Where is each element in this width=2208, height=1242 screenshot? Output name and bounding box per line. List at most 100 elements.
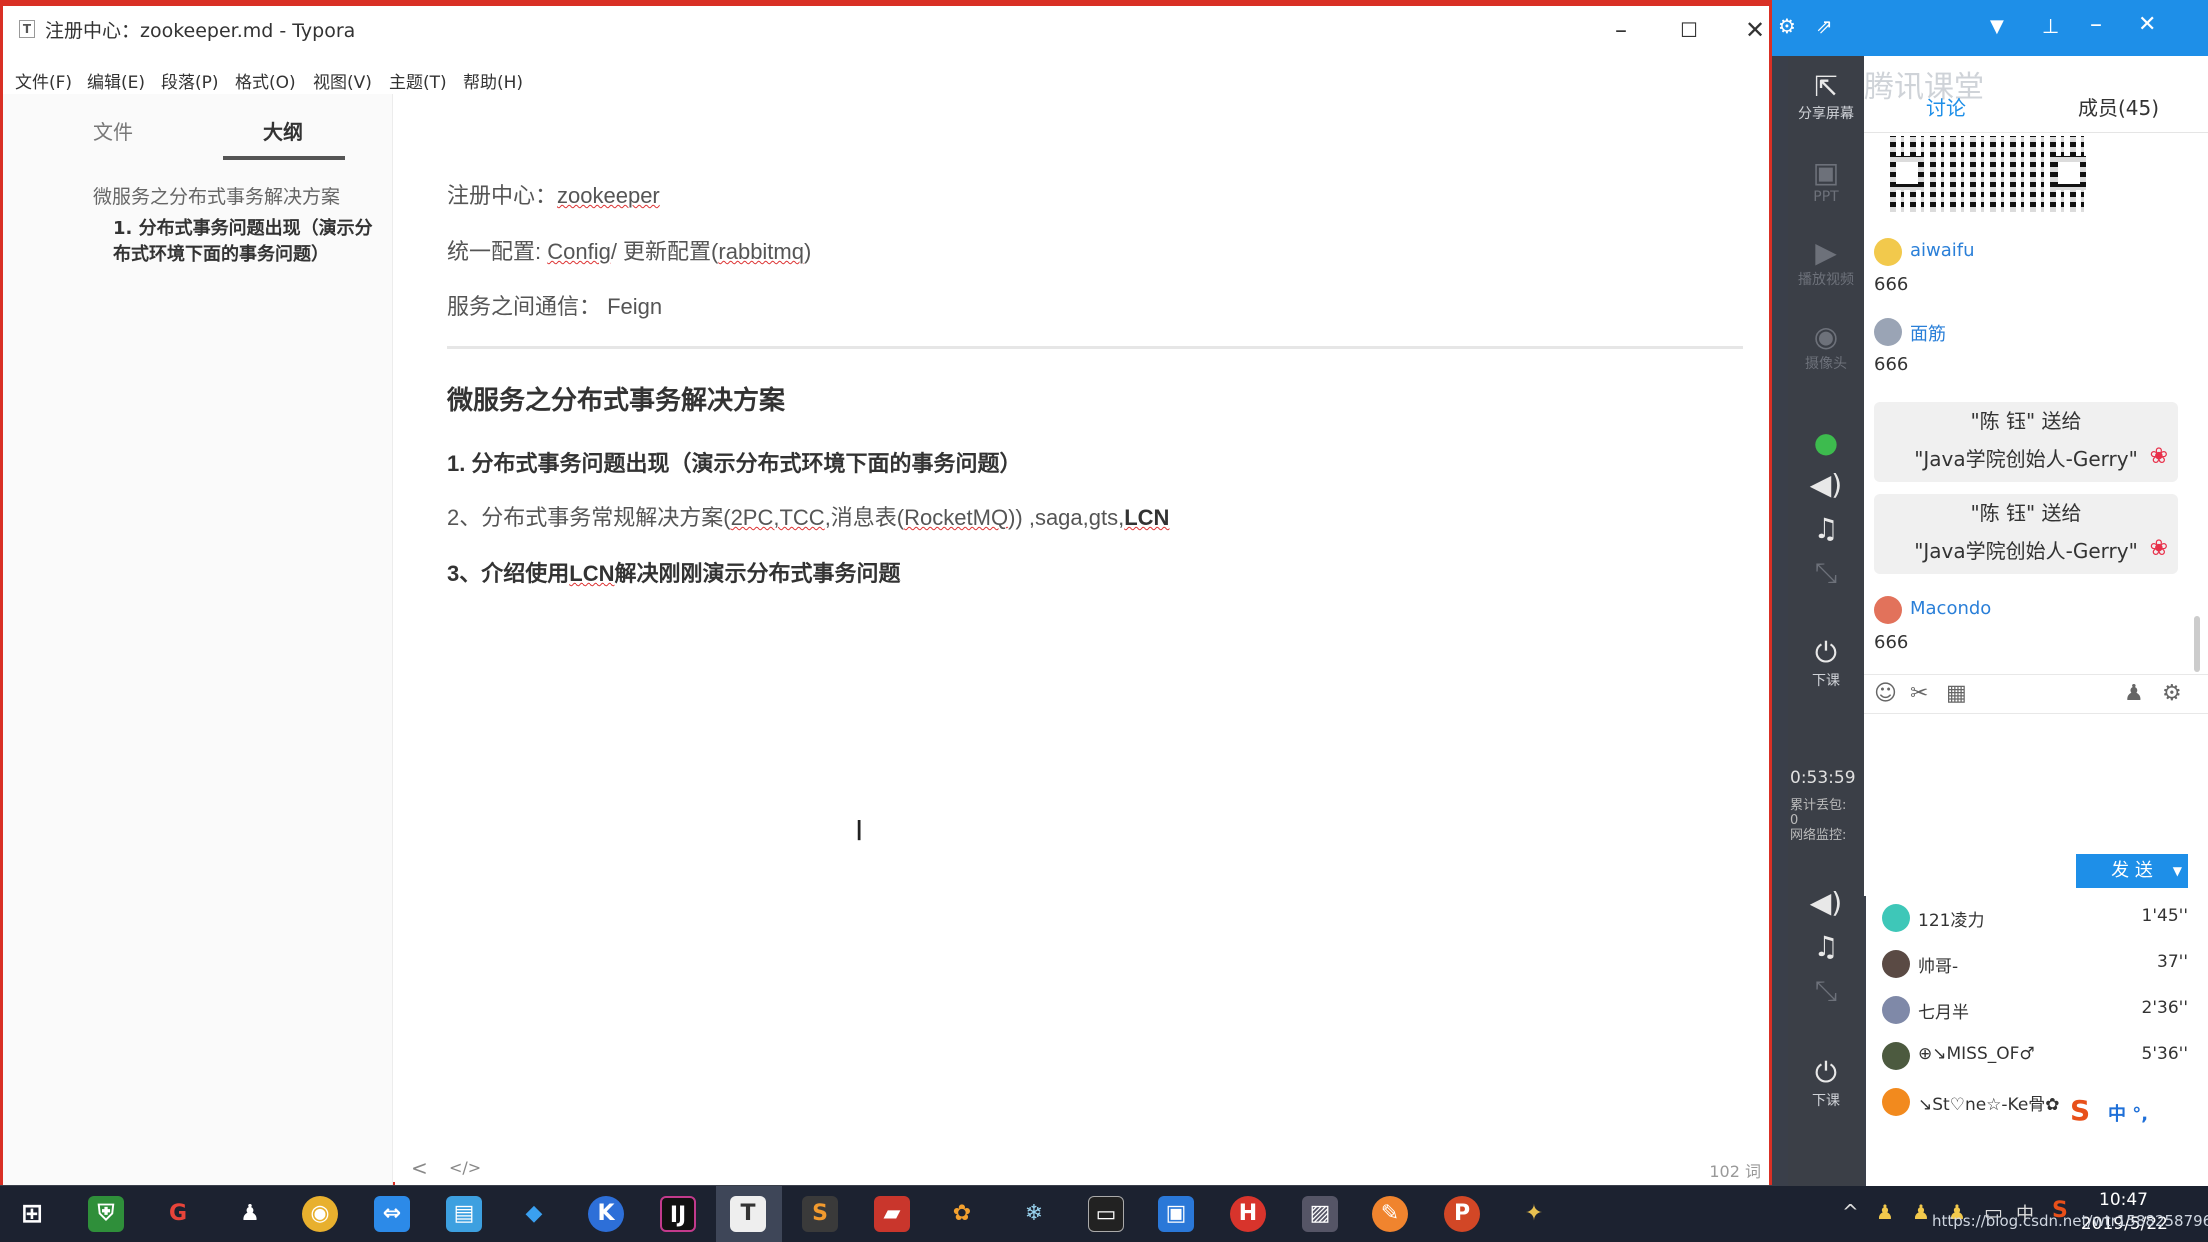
teamviewer-icon[interactable]: ⇔ — [374, 1196, 410, 1232]
app-palette-icon[interactable]: ✦ — [1516, 1196, 1552, 1232]
paragraph-communication: 服务之间通信： Feign — [447, 294, 663, 319]
title-bar[interactable]: T 注册中心：zookeeper.md - Typora – ☐ ✕ — [3, 6, 1769, 56]
ime-indicator[interactable]: S 中 °, — [2066, 1092, 2186, 1132]
qq-icon[interactable]: ♟ — [232, 1196, 268, 1232]
window-app-icon[interactable]: ▣ — [1158, 1196, 1194, 1232]
outline-item-subheading[interactable]: 1. 分布式事务问题出现（演示分布式环境下面的事务问题） — [113, 216, 373, 268]
chat-scrollbar[interactable] — [2194, 616, 2200, 672]
pin-icon[interactable]: ⊥ — [2042, 14, 2059, 38]
app-h-icon[interactable]: H — [1230, 1196, 1266, 1232]
powerpoint-icon[interactable]: P — [1444, 1196, 1480, 1232]
music-button-2[interactable]: ♫ — [1788, 930, 1864, 963]
menu-paragraph[interactable]: 段落(P) — [161, 68, 219, 93]
end-class-icon: ⏻ — [1814, 636, 1838, 669]
tab-discussion[interactable]: 讨论 — [1926, 92, 1966, 121]
taskbar: ⊞ ⛨ G ♟ ◉ ⇔ ▤ ◆ K IJ T S ▰ ✿ ❄ ▭ ▣ H ▨ ✎… — [0, 1186, 2208, 1242]
redis-icon[interactable]: ▰ — [874, 1196, 910, 1232]
fullscreen-button[interactable]: ⤡ — [1788, 556, 1864, 590]
outline-item-heading[interactable]: 微服务之分布式事务解决方案 — [93, 182, 340, 209]
clock-time[interactable]: 10:47 — [2099, 1190, 2148, 1210]
word-count[interactable]: 102 词 — [1709, 1158, 1761, 1182]
close-icon[interactable]: ✕ — [1733, 12, 1777, 48]
avatar[interactable] — [1874, 318, 1902, 346]
play-video-button[interactable]: ▶ 播放视频 — [1788, 236, 1864, 289]
image-icon[interactable]: ▦ — [1946, 681, 1967, 706]
microphone-button[interactable]: ● — [1788, 426, 1864, 459]
end-class-button-2[interactable]: ⏻ 下课 — [1788, 1056, 1864, 1110]
message-author[interactable]: Macondo — [1910, 598, 1991, 619]
file-manager-icon[interactable]: ▤ — [446, 1196, 482, 1232]
avatar[interactable] — [1874, 596, 1902, 624]
maximize-icon[interactable]: ☐ — [1667, 12, 1711, 48]
mute-user-icon[interactable]: ♟ — [2124, 681, 2144, 706]
app-g-icon[interactable]: G — [160, 1196, 196, 1232]
qr-corner — [1890, 156, 1924, 190]
terminal-icon[interactable]: ▭ — [1088, 1196, 1124, 1232]
classroom-side-toolbar: ⇱ 分享屏幕 ▣ PPT ▶ 播放视频 ◉ 摄像头 ● ◀) ♫ ⤡ ⏻ 下课 ◀) ♫ … — [1788, 56, 1864, 1186]
settings-icon[interactable]: ⚙ — [1778, 14, 1796, 38]
fullscreen-button-2[interactable]: ⤡ — [1788, 974, 1864, 1008]
end-class-button[interactable]: ⏻ 下课 — [1788, 636, 1864, 690]
close-icon[interactable]: ✕ — [2138, 12, 2156, 37]
dropdown-icon[interactable]: ▼ — [1990, 16, 2004, 37]
app-snowflake-icon[interactable]: ❄ — [1016, 1196, 1052, 1232]
active-tab-indicator — [223, 156, 345, 160]
send-options-icon[interactable]: ▼ — [2173, 854, 2182, 888]
menu-file[interactable]: 文件(F) — [15, 68, 72, 93]
tab-members[interactable]: 成员(45) — [2078, 92, 2159, 121]
app-flower-icon[interactable]: ✿ — [944, 1196, 980, 1232]
music-icon: ♫ — [1813, 512, 1839, 545]
tray-qq-icon[interactable]: ♟ — [1912, 1200, 1930, 1224]
intellij-icon[interactable]: IJ — [660, 1196, 696, 1232]
speaker-button-2[interactable]: ◀) — [1788, 886, 1864, 919]
avatar — [1882, 1088, 1910, 1116]
settings-icon[interactable]: ⚙ — [2162, 681, 2182, 706]
message-author[interactable]: aiwaifu — [1910, 240, 1975, 261]
sublime-icon[interactable]: S — [802, 1196, 838, 1232]
tray-qq-icon[interactable]: ♟ — [1876, 1200, 1894, 1224]
menu-view[interactable]: 视图(V) — [313, 68, 372, 93]
app-pen-icon[interactable]: ✎ — [1372, 1196, 1408, 1232]
chrome-icon[interactable]: ◉ — [302, 1196, 338, 1232]
ppt-button[interactable]: ▣ PPT — [1788, 156, 1864, 205]
app-diamond-icon[interactable]: ◆ — [516, 1196, 552, 1232]
image-viewer-icon[interactable]: ▨ — [1302, 1196, 1338, 1232]
toggle-sidebar-button[interactable]: < — [411, 1156, 428, 1180]
speaker-button[interactable]: ◀) — [1788, 468, 1864, 501]
emoji-icon[interactable]: ☺ — [1874, 681, 1897, 706]
tab-files[interactable]: 文件 — [93, 116, 133, 145]
scissors-icon[interactable]: ✂ — [1910, 681, 1928, 706]
list-item[interactable]: ⊕↘MISS_OF♂ 5'36'' — [1866, 1034, 2208, 1080]
app-k-icon[interactable]: K — [588, 1196, 624, 1232]
security-app-icon[interactable]: ⛨ — [88, 1196, 124, 1232]
typora-icon[interactable]: T — [730, 1196, 766, 1232]
menu-format[interactable]: 格式(O) — [235, 68, 296, 93]
minimize-icon[interactable]: – — [1599, 12, 1643, 48]
minimize-icon[interactable]: – — [2090, 10, 2102, 38]
menu-edit[interactable]: 编辑(E) — [87, 68, 145, 93]
member-list: 121凌力 1'45'' 帅哥- 37'' 七月半 2'36'' ⊕↘MISS_… — [1866, 896, 2208, 1186]
send-button[interactable]: 发 送 ▼ — [2076, 854, 2188, 888]
typora-app-icon: T — [19, 20, 35, 38]
menu-theme[interactable]: 主题(T) — [389, 68, 447, 93]
list-item-3: 3、介绍使用LCN解决刚刚演示分布式事务问题 — [447, 561, 901, 586]
message-author[interactable]: 面筋 — [1910, 320, 1946, 346]
avatar[interactable] — [1874, 238, 1902, 266]
list-item-2: 2、分布式事务常规解决方案(2PC,TCC,消息表(RocketMQ)) ,sa… — [447, 505, 1170, 530]
source-mode-button[interactable]: </> — [449, 1158, 481, 1177]
camera-button[interactable]: ◉ 摄像头 — [1788, 320, 1864, 373]
music-button[interactable]: ♫ — [1788, 512, 1864, 545]
text-cursor-icon: I — [855, 814, 864, 847]
list-item[interactable]: 121凌力 1'45'' — [1866, 896, 2208, 942]
tab-outline[interactable]: 大纲 — [263, 116, 303, 145]
windows-start-icon[interactable]: ⊞ — [14, 1196, 50, 1232]
speaker-icon: ◀) — [1809, 886, 1843, 919]
tray-expand-icon[interactable]: ^ — [1842, 1200, 1859, 1224]
share-screen-button[interactable]: ⇱ 分享屏幕 — [1788, 70, 1864, 123]
menu-help[interactable]: 帮助(H) — [463, 68, 523, 93]
list-item[interactable]: 帅哥- 37'' — [1866, 942, 2208, 988]
list-item[interactable]: 七月半 2'36'' — [1866, 988, 2208, 1034]
list-item-1: 1. 分布式事务问题出现（演示分布式环境下面的事务问题） — [447, 451, 1022, 476]
share-icon[interactable]: ⇗ — [1816, 14, 1833, 38]
editor-area[interactable]: 注册中心：zookeeper 统一配置: Config/ 更新配置(rabbit… — [395, 94, 1769, 1185]
